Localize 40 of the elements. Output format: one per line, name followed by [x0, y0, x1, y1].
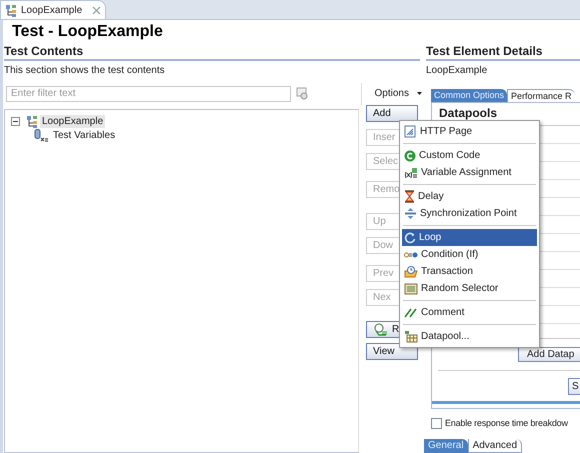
slashes-icon [404, 308, 418, 318]
section-heading: Test Contents [4, 44, 84, 59]
c-circle-icon [404, 150, 416, 162]
add-datapool-button[interactable]: Add Datap [518, 346, 580, 362]
filter-icon[interactable] [296, 87, 309, 100]
action-button[interactable]: Add [366, 105, 418, 122]
tree-icon [5, 4, 17, 16]
options-menu[interactable]: Options [374, 86, 422, 101]
dots-icon [404, 250, 418, 258]
collapse-icon[interactable] [11, 116, 20, 126]
page-icon [404, 125, 417, 138]
loop-icon [404, 232, 416, 244]
tree-item[interactable]: LoopExample [40, 114, 106, 128]
section-heading: Test Element Details [426, 44, 542, 59]
clock-icon [404, 265, 418, 278]
table-icon [404, 330, 418, 343]
editor-title: Test - LoopExample [11, 22, 163, 42]
variable-icon [404, 166, 418, 178]
menu-item[interactable]: Comment [402, 304, 537, 321]
tree-icon [26, 114, 38, 128]
list-icon [404, 282, 418, 294]
section-heading: Datapools [439, 106, 498, 120]
tree-item[interactable]: Test Variables [51, 128, 118, 142]
element-name: LoopExample [426, 64, 488, 77]
checkbox-label: Enable response time breakdow [445, 416, 568, 430]
menu-item[interactable]: Loop [402, 229, 537, 246]
checkbox[interactable] [431, 418, 442, 429]
tab[interactable]: Advanced [468, 439, 522, 453]
action-button[interactable]: S [568, 378, 580, 395]
dropdown-icon [417, 92, 422, 95]
tab[interactable]: Performance R [507, 88, 575, 102]
close-icon[interactable] [92, 6, 102, 14]
editor-tab[interactable]: LoopExample [0, 0, 106, 19]
section-description: This section shows the test contents [4, 65, 165, 77]
arrows-icon [404, 207, 417, 220]
filter-field[interactable]: Enter filter text [6, 86, 291, 102]
hourglass-icon [404, 190, 415, 203]
tab-title: LoopExample [21, 4, 82, 18]
tab[interactable]: Common Options [431, 88, 508, 102]
variables-icon [33, 128, 49, 142]
